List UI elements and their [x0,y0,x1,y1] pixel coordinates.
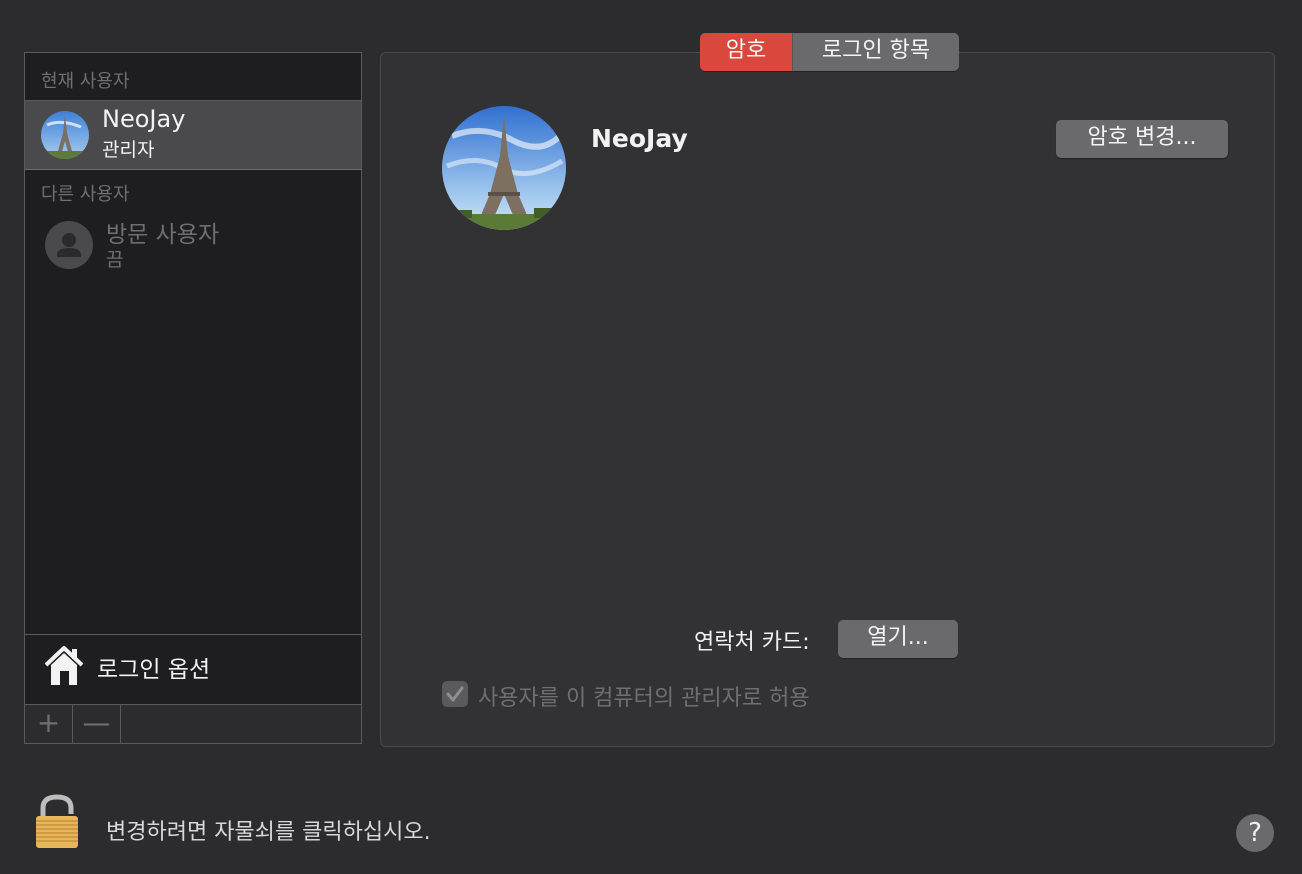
guest-person-icon [45,221,93,269]
avatar [41,111,89,159]
admin-checkbox[interactable] [442,681,468,707]
login-options-label: 로그인 옵션 [97,657,211,683]
tab-bar: 암호 로그인 항목 [700,33,959,71]
tab-password[interactable]: 암호 [700,33,792,71]
sidebar-toolbar: + — [25,704,361,743]
user-role: 관리자 [102,139,155,161]
user-avatar[interactable] [442,106,566,230]
checkmark-icon [446,686,464,702]
user-full-name: NeoJay [591,124,688,153]
admin-checkbox-label: 사용자를 이 컴퓨터의 관리자로 허용 [478,686,810,711]
other-users-header: 다른 사용자 [41,184,130,205]
remove-user-button[interactable]: — [73,705,121,743]
user-row-neojay[interactable]: NeoJay 관리자 [25,100,361,170]
user-name: NeoJay [102,105,186,133]
tab-login-items[interactable]: 로그인 항목 [792,33,959,71]
house-icon [42,643,86,693]
users-sidebar: 현재 사용자 NeoJay 관리자 다른 사용자 방문 사용자 끔 로그인 옵션… [24,52,362,744]
change-password-button[interactable]: 암호 변경... [1056,120,1228,158]
user-row-guest[interactable]: 방문 사용자 끔 [25,213,361,277]
current-users-header: 현재 사용자 [41,71,130,92]
lock-instruction: 변경하려면 자물쇠를 클릭하십시오. [106,820,431,845]
open-contact-card-button[interactable]: 열기... [838,620,958,658]
guest-status: 끔 [106,249,124,271]
guest-name: 방문 사용자 [106,222,220,248]
add-user-button[interactable]: + [25,705,73,743]
help-button[interactable]: ? [1236,814,1274,852]
lock-icon[interactable] [34,794,80,854]
login-options-row[interactable]: 로그인 옵션 [25,634,361,704]
contact-card-label: 연락처 카드: [694,630,810,655]
